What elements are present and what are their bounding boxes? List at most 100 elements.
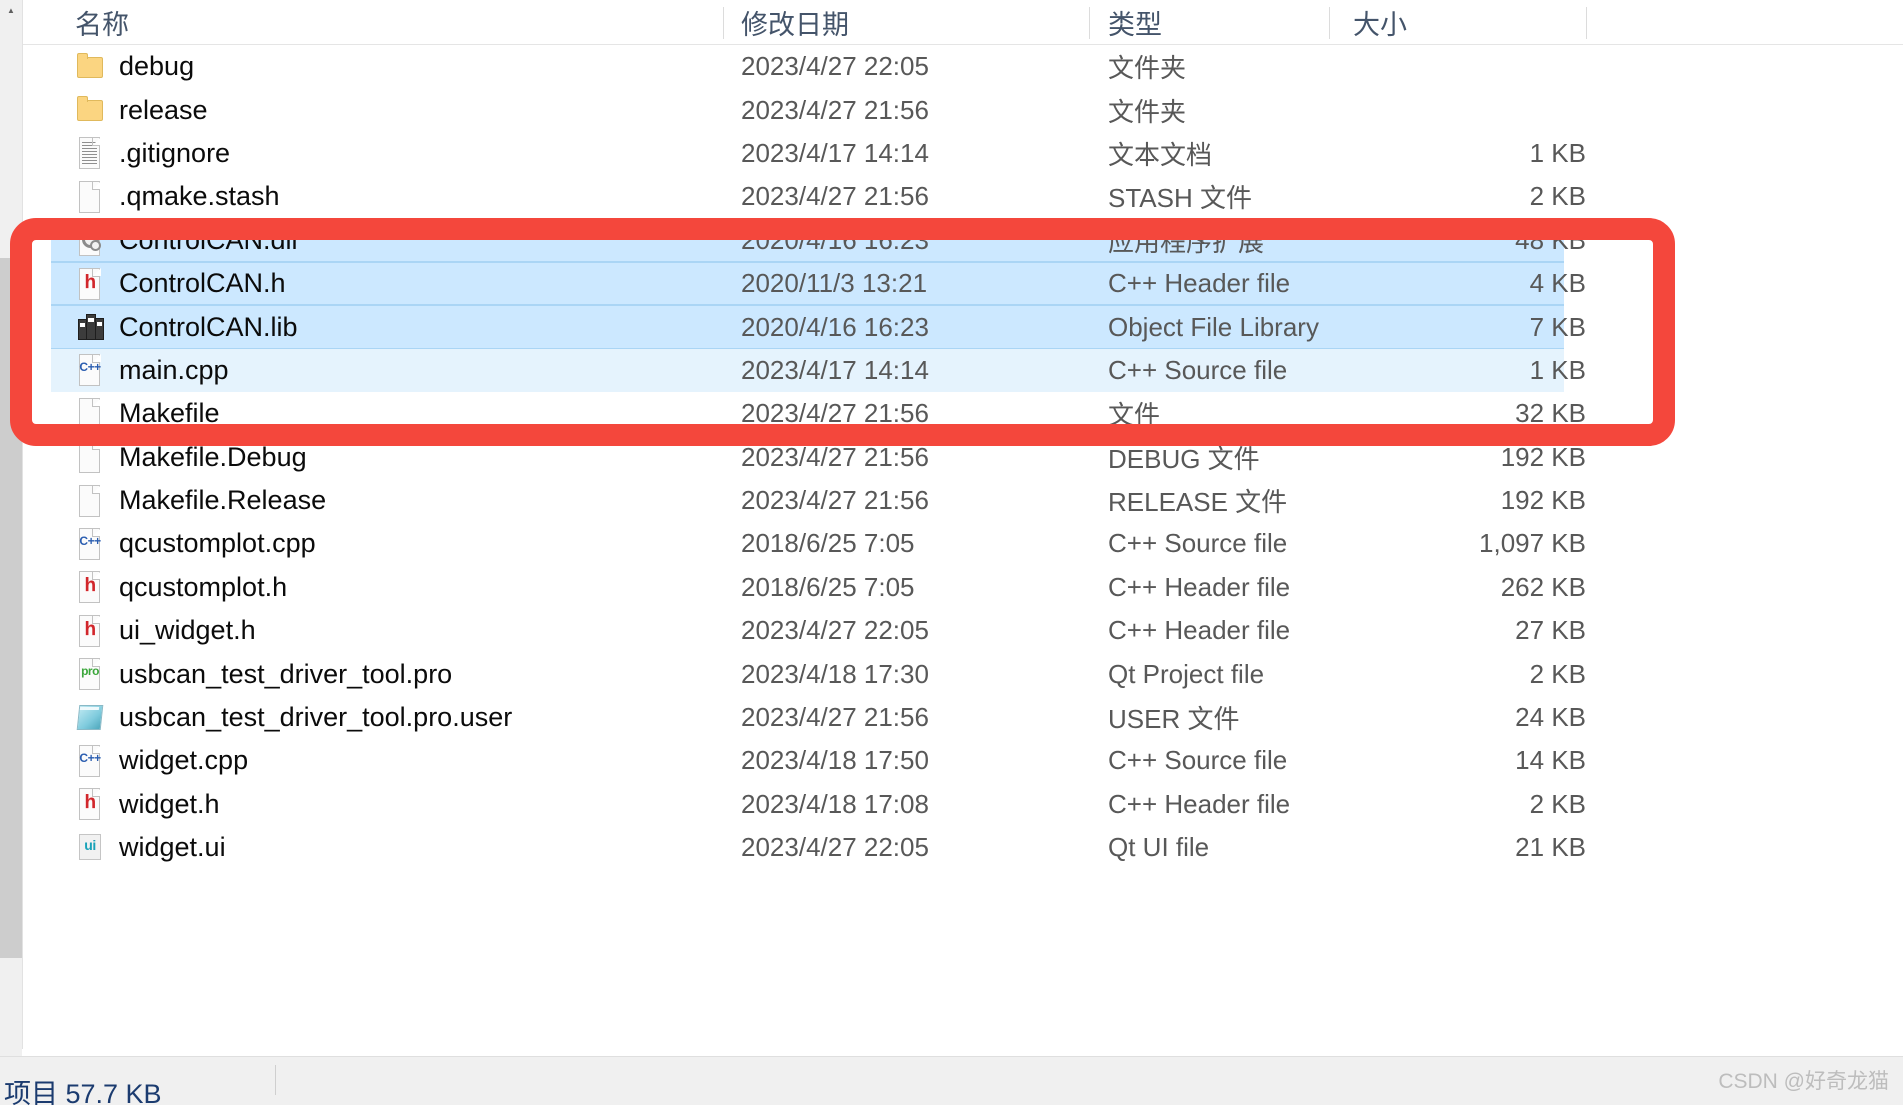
table-row[interactable]: ControlCAN.dll 2020/4/16 16:23 应用程序扩展 48 KB (23, 218, 1903, 262)
scroll-up-arrow-icon[interactable]: ▲ (0, 0, 22, 22)
cell-file-size: 48 KB (1515, 224, 1586, 255)
cell-file-name[interactable]: Makefile (75, 392, 595, 435)
file-name-label: usbcan_test_driver_tool.pro.user (119, 702, 513, 733)
cell-date-modified: 2023/4/27 22:05 (741, 51, 929, 82)
file-name-label: Makefile (119, 398, 220, 429)
cell-file-name[interactable]: debug (75, 45, 595, 88)
table-row[interactable]: Makefile 2023/4/27 21:56 文件 32 KB (23, 392, 1903, 435)
file-name-label: widget.h (119, 788, 220, 819)
cell-file-name[interactable]: Makefile.Release (75, 479, 595, 522)
table-row[interactable]: ControlCAN.lib 2020/4/16 16:23 Object File… (23, 305, 1903, 349)
file-list: debug 2023/4/27 22:05 文件夹 release 2023/4/27 … (23, 45, 1903, 869)
cell-file-size: 21 KB (1515, 832, 1586, 863)
cell-file-size: 2 KB (1529, 788, 1586, 819)
table-row[interactable]: usbcan_test_driver_tool.pro.user 2023/4/2… (23, 696, 1903, 739)
column-divider-2[interactable] (1089, 7, 1090, 39)
cell-date-modified: 2023/4/27 22:05 (741, 832, 929, 863)
file-name-label: debug (119, 51, 195, 82)
table-row[interactable]: Makefile.Debug 2023/4/27 21:56 DEBUG 文件 192… (23, 436, 1903, 479)
column-header-size[interactable]: 大小 (1353, 0, 1586, 44)
cell-file-name[interactable]: h qcustomplot.h (75, 566, 595, 609)
cell-file-size: 14 KB (1515, 745, 1586, 776)
column-header-type[interactable]: 类型 (1108, 0, 1328, 44)
cell-file-size (1353, 88, 1586, 131)
file-name-label: release (119, 94, 208, 125)
cell-date-modified: 2023/4/27 21:56 (741, 398, 929, 429)
column-header-type-label: 类型 (1108, 9, 1162, 40)
cell-date-modified: 2023/4/27 21:56 (741, 485, 929, 516)
cell-file-size: 2 KB (1529, 658, 1586, 689)
folder-icon (75, 50, 105, 84)
table-row[interactable]: pro usbcan_test_driver_tool.pro 2023/4/18 … (23, 652, 1903, 695)
cell-file-name[interactable]: h widget.h (75, 783, 595, 826)
cell-file-size (1353, 45, 1586, 88)
table-row[interactable]: C++ main.cpp 2023/4/17 14:14 C++ Source fil… (23, 348, 1903, 393)
cell-file-name[interactable]: ui widget.ui (75, 826, 595, 869)
cell-file-name[interactable]: h ui_widget.h (75, 609, 595, 652)
cell-date-modified: 2023/4/17 14:14 (741, 137, 929, 168)
cell-date-modified: 2023/4/27 22:05 (741, 615, 929, 646)
table-row[interactable]: C++ widget.cpp 2023/4/18 17:50 C++ Source f… (23, 739, 1903, 782)
cell-date-modified: 2023/4/17 14:14 (741, 354, 929, 385)
cell-date-modified: 2023/4/18 17:50 (741, 745, 929, 776)
table-row[interactable]: h ui_widget.h 2023/4/27 22:05 C++ Header fi… (23, 609, 1903, 652)
table-row[interactable]: .qmake.stash 2023/4/27 21:56 STASH 文件 2 KB (23, 175, 1903, 218)
file-name-label: ControlCAN.lib (119, 311, 298, 342)
cell-date-modified: 2020/4/16 16:23 (741, 311, 929, 342)
table-row[interactable]: .gitignore 2023/4/17 14:14 文本文档 1 KB (23, 132, 1903, 175)
cell-file-size: 262 KB (1500, 571, 1586, 602)
column-divider-1[interactable] (723, 7, 724, 39)
scrollbar-thumb[interactable] (0, 258, 22, 958)
table-row[interactable]: release 2023/4/27 21:56 文件夹 (23, 88, 1903, 131)
cell-file-size: 192 KB (1500, 441, 1586, 472)
column-header-date[interactable]: 修改日期 (741, 0, 1071, 44)
table-row[interactable]: C++ qcustomplot.cpp 2018/6/25 7:05 C++ Sour… (23, 522, 1903, 565)
cell-date-modified: 2018/6/25 7:05 (741, 528, 915, 559)
cell-file-size: 1,097 KB (1479, 528, 1586, 559)
column-divider-4[interactable] (1586, 7, 1587, 39)
cell-file-name[interactable]: ControlCAN.lib (75, 305, 595, 348)
header-file-icon: h (75, 787, 105, 821)
cell-file-size: 192 KB (1500, 485, 1586, 516)
cell-date-modified: 2023/4/18 17:30 (741, 658, 929, 689)
cell-file-name[interactable]: h ControlCAN.h (75, 262, 595, 305)
csdn-watermark: CSDN @好奇龙猫 (1718, 1070, 1889, 1093)
outer-vertical-scrollbar[interactable]: ▲ ▼ (0, 0, 22, 1105)
cell-file-name[interactable]: C++ main.cpp (75, 349, 595, 392)
qt-ui-file-icon: ui (75, 831, 105, 865)
file-name-label: .qmake.stash (119, 181, 280, 212)
table-row[interactable]: debug 2023/4/27 22:05 文件夹 (23, 45, 1903, 88)
file-name-label: ui_widget.h (119, 615, 256, 646)
cell-file-name[interactable]: C++ qcustomplot.cpp (75, 522, 595, 565)
generic-file-icon (75, 440, 105, 474)
cell-file-name[interactable]: ControlCAN.dll (75, 219, 595, 262)
cell-file-name[interactable]: C++ widget.cpp (75, 739, 595, 782)
column-header-name[interactable]: 名称 (75, 0, 595, 44)
cell-file-name[interactable]: Makefile.Debug (75, 436, 595, 479)
cell-file-name[interactable]: release (75, 88, 595, 131)
file-list-pane: 名称 修改日期 类型 大小 debug 2023/4/27 22:05 文件夹 rel… (22, 0, 1903, 1105)
table-row[interactable]: h widget.h 2023/4/18 17:08 C++ Header file 2… (23, 783, 1903, 826)
cell-file-name[interactable]: .qmake.stash (75, 175, 595, 218)
file-name-label: qcustomplot.cpp (119, 528, 316, 559)
file-name-label: .gitignore (119, 137, 231, 168)
cell-date-modified: 2023/4/27 21:56 (741, 702, 929, 733)
column-divider-3[interactable] (1329, 7, 1330, 39)
cell-file-name[interactable]: .gitignore (75, 132, 595, 175)
table-row[interactable]: ui widget.ui 2023/4/27 22:05 Qt UI file 21 K… (23, 826, 1903, 869)
cell-file-name[interactable]: usbcan_test_driver_tool.pro.user (75, 696, 595, 739)
cell-file-size: 24 KB (1515, 702, 1586, 733)
file-name-label: Makefile.Release (119, 485, 327, 516)
file-name-label: ControlCAN.h (119, 268, 286, 299)
column-header-date-label: 修改日期 (741, 9, 849, 40)
column-header-row: 名称 修改日期 类型 大小 (23, 0, 1903, 45)
table-row[interactable]: Makefile.Release 2023/4/27 21:56 RELEASE 文… (23, 479, 1903, 522)
table-row[interactable]: h ControlCAN.h 2020/11/3 13:21 C++ Header f… (23, 261, 1903, 306)
cell-file-size: 32 KB (1515, 398, 1586, 429)
cell-file-name[interactable]: pro usbcan_test_driver_tool.pro (75, 652, 595, 695)
file-name-label: usbcan_test_driver_tool.pro (119, 658, 453, 689)
cell-date-modified: 2020/4/16 16:23 (741, 224, 929, 255)
table-row[interactable]: h qcustomplot.h 2018/6/25 7:05 C++ Header f… (23, 566, 1903, 609)
qt-user-file-icon (75, 701, 105, 735)
library-file-icon (75, 310, 105, 344)
